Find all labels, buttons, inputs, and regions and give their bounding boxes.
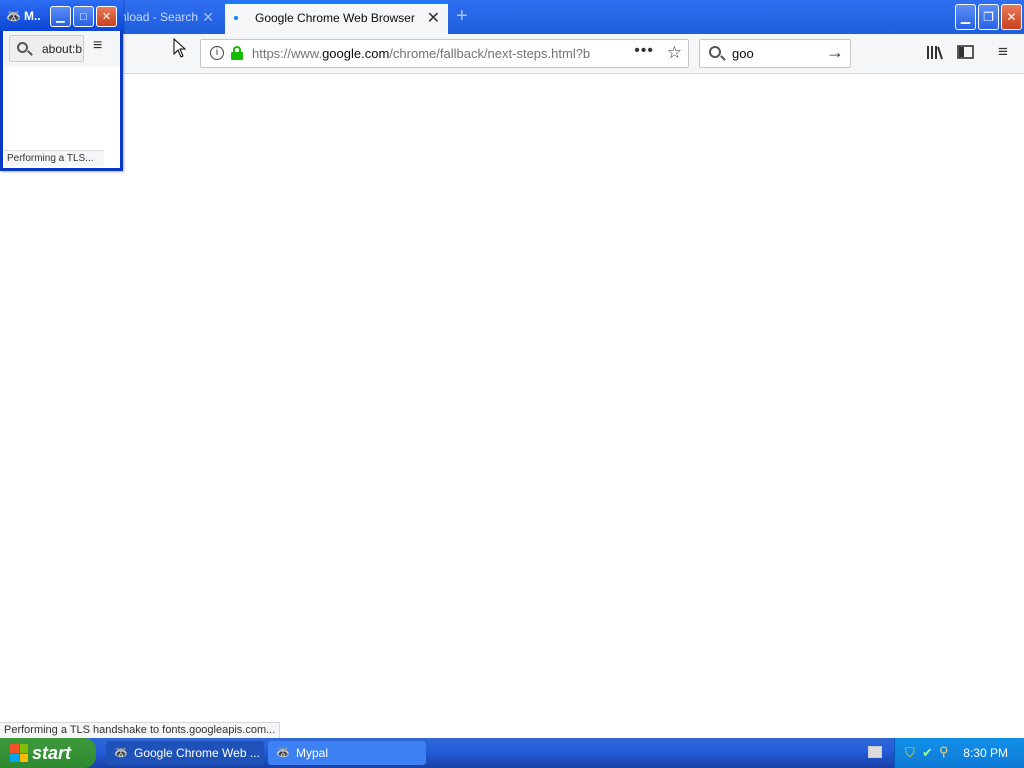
- mypal-app-icon: 🦝: [114, 747, 128, 759]
- tab-google-chrome[interactable]: Google Chrome Web Browser ✕: [225, 2, 448, 34]
- taskbar: start 🦝 Google Chrome Web ... 🦝 Mypal ⛉ …: [0, 738, 1024, 768]
- status-bar: Performing a TLS handshake to fonts.goog…: [0, 722, 281, 738]
- maximize-button[interactable]: □: [73, 6, 94, 27]
- search-icon: [709, 46, 721, 58]
- search-input[interactable]: goo: [732, 46, 754, 61]
- restore-button[interactable]: ❐: [978, 4, 999, 30]
- close-tab-icon[interactable]: ✕: [202, 4, 214, 30]
- menu-icon[interactable]: ≡: [93, 37, 102, 55]
- mypal-titlebar[interactable]: 🦝 M.. ▁ □ ✕: [0, 0, 123, 31]
- taskbar-item-chrome[interactable]: 🦝 Google Chrome Web ...: [106, 741, 264, 765]
- info-icon[interactable]: i: [210, 46, 224, 60]
- network-icon[interactable]: ✔: [922, 745, 933, 761]
- tab-strip: nload - Search ✕ Google Chrome Web Brows…: [0, 0, 1024, 34]
- page-content: [0, 74, 1024, 738]
- url-bar[interactable]: i https://www.google.com/chrome/fallback…: [200, 39, 689, 68]
- search-icon: [17, 42, 28, 53]
- library-icon[interactable]: [926, 44, 944, 60]
- keyboard-icon[interactable]: [868, 746, 882, 758]
- mypal-app-icon: 🦝: [276, 747, 290, 759]
- tab-label: Google Chrome Web Browser: [255, 11, 415, 25]
- bookmark-star-icon[interactable]: ☆: [667, 43, 682, 63]
- close-tab-icon[interactable]: ✕: [427, 8, 440, 28]
- mypal-app-icon: 🦝: [6, 9, 21, 23]
- new-tab-icon[interactable]: +: [456, 5, 468, 28]
- nav-toolbar: i https://www.google.com/chrome/fallback…: [0, 34, 1024, 74]
- close-button[interactable]: ✕: [1001, 4, 1022, 30]
- close-button[interactable]: ✕: [96, 6, 117, 27]
- address-input[interactable]: about:b: [42, 42, 82, 56]
- search-tray-icon[interactable]: ⚲: [939, 744, 949, 760]
- window-controls: ▁ ❐ ✕: [955, 0, 1024, 34]
- minimize-button[interactable]: ▁: [50, 6, 71, 27]
- windows-logo-icon: [10, 744, 28, 762]
- start-label: start: [32, 742, 72, 763]
- mypal-toolbar: about:b ≡: [3, 31, 120, 67]
- start-button[interactable]: start: [0, 738, 96, 768]
- taskbar-item-label: Google Chrome Web ...: [134, 746, 260, 760]
- mypal-status-bar: Performing a TLS...: [4, 150, 104, 166]
- search-bar[interactable]: goo →: [699, 39, 851, 68]
- sidebar-icon[interactable]: [957, 44, 975, 60]
- system-tray: ⛉ ✔ ⚲ 8:30 PM: [894, 738, 1024, 768]
- clock: 8:30 PM: [963, 746, 1008, 760]
- minimize-button[interactable]: ▁: [955, 4, 976, 30]
- security-shield-icon[interactable]: ⛉: [905, 745, 915, 761]
- url-text[interactable]: https://www.google.com/chrome/fallback/n…: [252, 46, 602, 61]
- mypal-address-bar[interactable]: about:b: [9, 35, 84, 62]
- go-arrow-icon[interactable]: →: [826, 42, 844, 63]
- loading-indicator-icon: [234, 16, 238, 20]
- menu-icon[interactable]: ≡: [998, 42, 1008, 62]
- mouse-cursor-icon: [173, 38, 187, 58]
- taskbar-item-mypal[interactable]: 🦝 Mypal: [268, 741, 426, 765]
- window-title: M..: [24, 9, 41, 23]
- mypal-window[interactable]: 🦝 M.. ▁ □ ✕ about:b ≡ Performing a TLS..…: [0, 0, 123, 171]
- tab-label: nload - Search: [120, 10, 199, 24]
- taskbar-item-label: Mypal: [296, 746, 329, 760]
- lock-icon[interactable]: [231, 46, 243, 60]
- page-actions-icon[interactable]: •••: [634, 42, 654, 60]
